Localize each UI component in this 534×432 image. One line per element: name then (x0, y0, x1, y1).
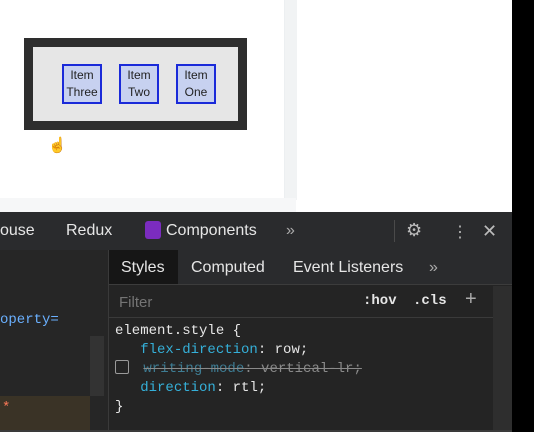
tab-event-listeners[interactable]: Event Listeners (293, 259, 403, 277)
declaration-checkbox[interactable] (115, 360, 129, 374)
styles-tab-bar: Styles Computed Event Listeners » (109, 250, 512, 285)
elements-scrollbar[interactable] (90, 336, 104, 396)
declaration-row-disabled[interactable]: writing-mode: vertical-lr; (115, 360, 362, 379)
filter-input[interactable] (117, 292, 321, 312)
tab-styles[interactable]: Styles (121, 259, 165, 277)
dom-attribute-text[interactable]: operty= (0, 312, 59, 328)
more-tabs-chevron-icon[interactable]: » (286, 222, 295, 240)
rule-selector: element.style { (115, 323, 242, 339)
kebab-menu-icon[interactable]: ⋮ (452, 222, 468, 242)
flex-item: Item Three (62, 64, 102, 104)
flex-item: Item Two (119, 64, 159, 104)
devtools-panel: ouse Redux Components » ⚙ ⋮ ✕ operty= * … (0, 212, 512, 432)
new-rule-button[interactable]: + (465, 288, 477, 311)
page-viewport: Item One Item Two Item Three ☝ (0, 0, 512, 212)
selected-node-highlight (0, 396, 90, 432)
elements-pane: operty= * (0, 250, 109, 432)
gear-icon[interactable]: ⚙ (406, 220, 422, 241)
filter-row: :hov .cls + (109, 285, 512, 318)
property-name[interactable]: flex-direction (140, 342, 258, 358)
window-edge (512, 0, 534, 432)
page-bottom-bar (0, 198, 296, 212)
react-components-icon (145, 221, 161, 239)
element-style-rule: element.style { flex-direction: row; wri… (115, 322, 362, 417)
tab-computed[interactable]: Computed (191, 259, 265, 277)
page-scrollbar[interactable] (284, 0, 297, 200)
flex-container-inner: Item One Item Two Item Three (33, 47, 238, 121)
tab-lighthouse[interactable]: ouse (0, 222, 35, 240)
property-value[interactable]: vertical-lr; (261, 361, 362, 377)
more-subtabs-chevron-icon[interactable]: » (429, 259, 438, 277)
tab-redux[interactable]: Redux (66, 222, 112, 240)
declaration-row[interactable]: direction: rtl; (115, 379, 362, 398)
property-value[interactable]: row; (275, 342, 309, 358)
devtools-tab-bar: ouse Redux Components » ⚙ ⋮ ✕ (0, 212, 512, 251)
modified-marker: * (2, 400, 11, 416)
property-name[interactable]: writing-mode (143, 361, 244, 377)
divider (394, 220, 395, 242)
styles-scrollbar[interactable] (493, 286, 512, 432)
hov-toggle-button[interactable]: :hov (363, 293, 397, 309)
rule-close-brace: } (115, 399, 124, 415)
close-icon[interactable]: ✕ (482, 221, 497, 242)
tab-components[interactable]: Components (166, 222, 257, 240)
property-value[interactable]: rtl; (233, 380, 267, 396)
styles-pane: Styles Computed Event Listeners » :hov .… (109, 250, 512, 432)
declaration-row[interactable]: flex-direction: row; (115, 341, 362, 360)
flex-container: Item One Item Two Item Three (24, 38, 247, 130)
flex-items: Item One Item Two Item Three (62, 64, 216, 104)
cls-toggle-button[interactable]: .cls (413, 293, 447, 309)
hand-cursor-icon: ☝ (48, 137, 67, 154)
flex-item: Item One (176, 64, 216, 104)
property-name[interactable]: direction (140, 380, 216, 396)
